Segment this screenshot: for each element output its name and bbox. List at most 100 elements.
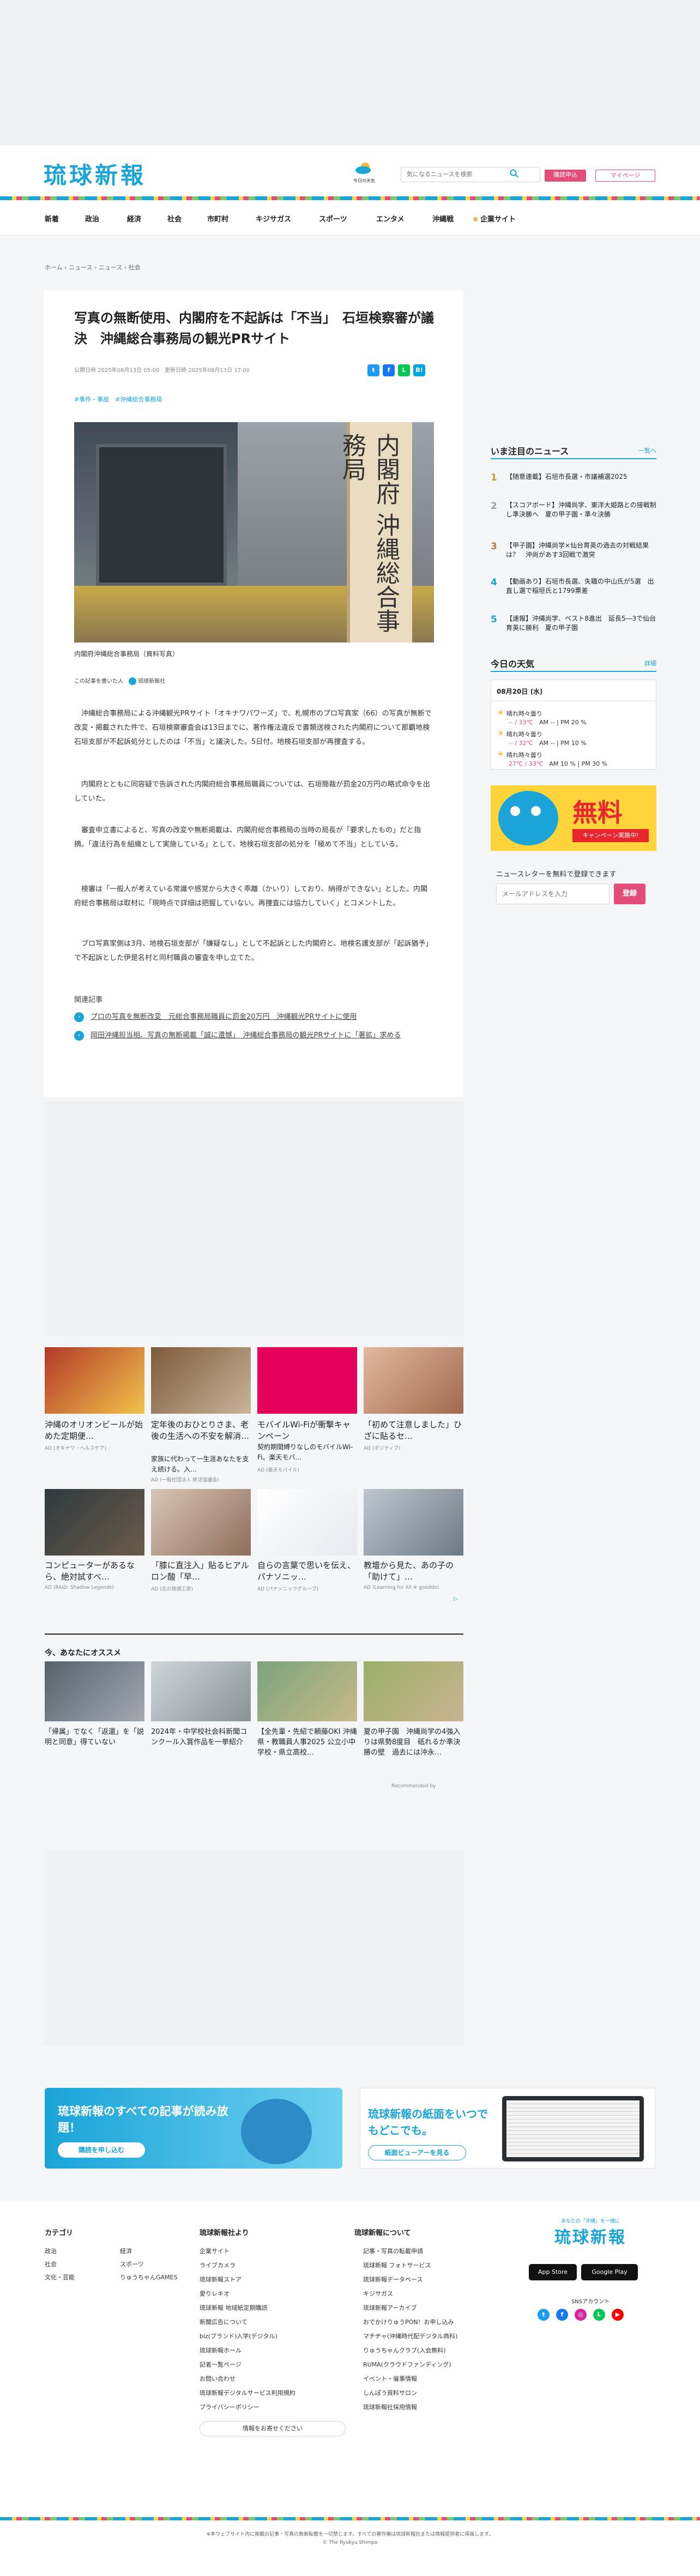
viewer-banner-button[interactable]: 紙面ビューアーを見る (368, 2145, 466, 2160)
viewer-banner[interactable]: 琉球新報の紙面をいつでもどこでも。 紙面ビューアーを見る (360, 2088, 655, 2169)
popular-item-text[interactable]: 【スコアボード】沖縄尚学、東洋大姫路との接戦制し準決勝へ 夏の甲子園・準々決勝 (506, 501, 656, 518)
promo-thumb[interactable] (151, 1489, 251, 1556)
footer-link[interactable]: お問い合わせ (200, 2374, 236, 2383)
promo-thumb[interactable] (364, 1489, 463, 1556)
promo-title[interactable]: コンピューターがあるなら、絶対試すべ… (45, 1560, 144, 1583)
breadcrumb-news[interactable]: ニュース (69, 264, 92, 271)
footer-link[interactable]: 琉球新報データベース (363, 2275, 423, 2284)
related-link-text[interactable]: 岡田沖縄担当相、写真の無断掲載「誠に遺憾」 沖縄総合事務局の観光PRサイトに「著… (90, 1031, 401, 1040)
nav-item-municipal[interactable]: 市町村 (207, 213, 228, 224)
osusume-thumb[interactable] (45, 1661, 144, 1721)
footer-link[interactable]: 新聞広告について (200, 2317, 248, 2326)
footer-link[interactable]: 記者一覧ページ (200, 2360, 242, 2369)
tag-okinawa-office[interactable]: #沖縄総合事務局 (115, 396, 162, 403)
newsletter-submit-button[interactable]: 登録 (614, 884, 645, 904)
subscribe-banner[interactable]: 琉球新報のすべての記事が読み放題！ 購読を申し込む (45, 2088, 342, 2169)
popular-item-text[interactable]: 【随意連載】石垣市長選・市議補選2025 (506, 473, 627, 481)
promo-title[interactable]: 教壇から見た、あの子の「助けて」… (364, 1560, 463, 1583)
app-store-badge[interactable]: App Store (529, 2264, 577, 2280)
promo-thumb[interactable] (151, 1347, 251, 1414)
newsletter-email-input[interactable] (496, 884, 610, 904)
osusume-thumb[interactable] (364, 1661, 463, 1721)
youtube-icon[interactable]: ▶ (612, 2309, 624, 2321)
nav-item-sports[interactable]: スポーツ (319, 213, 347, 224)
footer-link[interactable]: 文化・芸能 (45, 2273, 75, 2281)
weather-more-link[interactable]: 詳細 (644, 659, 656, 668)
footer-link[interactable]: 経済 (120, 2247, 132, 2255)
adchoices-icon[interactable]: ▷ (454, 1596, 458, 1602)
footer-link[interactable]: りゅうちゃんクラブ(入会無料) (363, 2346, 446, 2355)
footer-link[interactable]: イベント・催事情報 (363, 2374, 417, 2383)
footer-link[interactable]: りゅうちゃんGAMES (120, 2273, 177, 2281)
nav-item-new[interactable]: 新着 (45, 213, 59, 224)
osusume-title[interactable]: 2024年・中学校社会科新聞コンクール入賞作品を一挙紹介 (151, 1727, 251, 1748)
osusume-title[interactable]: 夏の甲子園 沖縄尚学の4強入りは県勢8度目 砥れるか準決勝の壁 過去には沖永… (364, 1727, 463, 1758)
footer-link[interactable]: RUMA(クラウドファンディング) (363, 2360, 451, 2369)
footer-link[interactable]: 琉球新報社採用情報 (363, 2403, 417, 2411)
tag-incident[interactable]: #事件・事故 (74, 396, 109, 403)
footer-link[interactable]: 記事・写真の転載申請 (363, 2247, 423, 2255)
footer-link[interactable]: 琉球新報アーカイブ (363, 2303, 417, 2312)
footer-link[interactable]: ライブカメラ (200, 2261, 236, 2269)
footer-logo[interactable]: 琉球新報 (523, 2224, 657, 2248)
share-hatena-icon[interactable]: B! (413, 364, 425, 376)
footer-link[interactable]: マチヂャ(沖縄時代配デジタル商科) (363, 2332, 457, 2340)
author-name[interactable]: 琉球新報社 (138, 678, 165, 684)
sidebar-banner-ad[interactable]: 無料 キャンペーン実施中! (491, 785, 656, 851)
line-icon[interactable]: L (593, 2309, 605, 2321)
share-twitter-icon[interactable]: t (367, 364, 379, 376)
nav-item-economy[interactable]: 経済 (127, 213, 141, 224)
related-link[interactable]: › プロの写真を無断改変 元総合事務局職員に罰金20万円 沖縄観光PRサイトに使用 (74, 1011, 434, 1023)
footer-link[interactable]: 琉球新報ホール (200, 2346, 242, 2355)
popular-item-text[interactable]: 【速報】沖縄尚学、ベスト8進出 延長5―3で仙台育英に勝利 夏の甲子園 (506, 615, 656, 632)
footer-link[interactable]: 政治 (45, 2247, 57, 2255)
osusume-title[interactable]: 「帰属」でなく「返還」を「説明と同意」得ていない (45, 1727, 144, 1748)
osusume-thumb[interactable] (151, 1661, 251, 1721)
footer-link[interactable]: おでかけりゅうPON！お申し込み (363, 2317, 454, 2326)
footer-link[interactable]: 琉球新報 フォトサービス (363, 2261, 431, 2269)
footer-link[interactable]: スポーツ (120, 2260, 144, 2268)
popular-item[interactable]: 4 【動画あり】石垣市長選、失職の中山氏が5選 出直し選で稲垣氏と1799票差 (491, 577, 656, 596)
nav-item-politics[interactable]: 政治 (85, 213, 99, 224)
popular-more-link[interactable]: 一覧へ (638, 446, 656, 455)
promo-thumb[interactable] (45, 1489, 144, 1556)
promo-title[interactable]: 「初めて注意しました」ひざに貼るセ… (364, 1419, 463, 1442)
popular-item-text[interactable]: 【動画あり】石垣市長選、失職の中山氏が5選 出直し選で稲垣氏と1799票差 (506, 578, 654, 595)
promo-thumb[interactable] (257, 1347, 357, 1414)
subscribe-banner-button[interactable]: 購読を申し込む (58, 2142, 145, 2158)
popular-item[interactable]: 2 【スコアボード】沖縄尚学、東洋大姫路との接戦制し準決勝へ 夏の甲子園・準々決勝 (491, 501, 656, 519)
weather-widget[interactable]: 今日の天気 (353, 161, 375, 184)
mypage-button[interactable]: マイページ (595, 170, 655, 182)
promo-title[interactable]: モバイルWi-Fiが衝撃キャンペーン (257, 1419, 357, 1442)
twitter-icon[interactable]: t (538, 2309, 550, 2321)
nav-item-okinawa-war[interactable]: 沖縄戦 (432, 213, 454, 224)
nav-item-society[interactable]: 社会 (167, 213, 182, 224)
promo-thumb[interactable] (364, 1347, 463, 1414)
footer-link[interactable]: 愛りレキオ (200, 2289, 230, 2298)
facebook-icon[interactable]: f (556, 2309, 568, 2321)
footer-info-button[interactable]: 情報をお寄せください (200, 2421, 346, 2436)
osusume-thumb[interactable] (257, 1661, 357, 1721)
breadcrumb-news-2[interactable]: ニュース (99, 264, 122, 271)
popular-item[interactable]: 3 【甲子園】沖縄尚学×仙台育英の過去の対戦結果は？ 沖尚があす3回戦で激突 (491, 541, 656, 560)
nav-item-kijisagasu[interactable]: キジサガス (256, 213, 291, 224)
footer-link[interactable]: 琉球新報デジタルサービス利用規約 (200, 2388, 295, 2397)
promo-title[interactable]: 沖縄のオリオンビールが始めた定期便… (45, 1419, 144, 1442)
subscribe-button[interactable]: 購読申込 (545, 170, 586, 182)
footer-link[interactable]: キジサガス (363, 2289, 393, 2298)
site-logo[interactable]: 琉球新報 (44, 157, 146, 190)
footer-link[interactable]: 琉球新報 地域紙定期購読 (200, 2303, 268, 2312)
promo-thumb[interactable] (45, 1347, 144, 1414)
instagram-icon[interactable]: ◎ (575, 2309, 587, 2321)
nav-item-entertainment[interactable]: エンタメ (376, 213, 405, 224)
popular-item[interactable]: 5 【速報】沖縄尚学、ベスト8進出 延長5―3で仙台育英に勝利 夏の甲子園 (491, 614, 656, 633)
footer-link[interactable]: biz(ブランド)入学(デジタル) (200, 2332, 277, 2340)
promo-title[interactable]: 「膝に直注入」貼るヒアルロン酸「早… (151, 1560, 251, 1583)
share-facebook-icon[interactable]: f (383, 364, 395, 376)
footer-link[interactable]: 社会 (45, 2260, 57, 2268)
share-line-icon[interactable]: L (398, 364, 410, 376)
promo-title[interactable]: 定年後のおひとりさま、老後の生活への不安を解消… (151, 1419, 251, 1442)
footer-link[interactable]: しんぽう資料サロン (363, 2388, 417, 2397)
footer-link[interactable]: 琉球新報ストア (200, 2275, 242, 2284)
footer-link[interactable]: プライバシーポリシー (200, 2403, 260, 2411)
